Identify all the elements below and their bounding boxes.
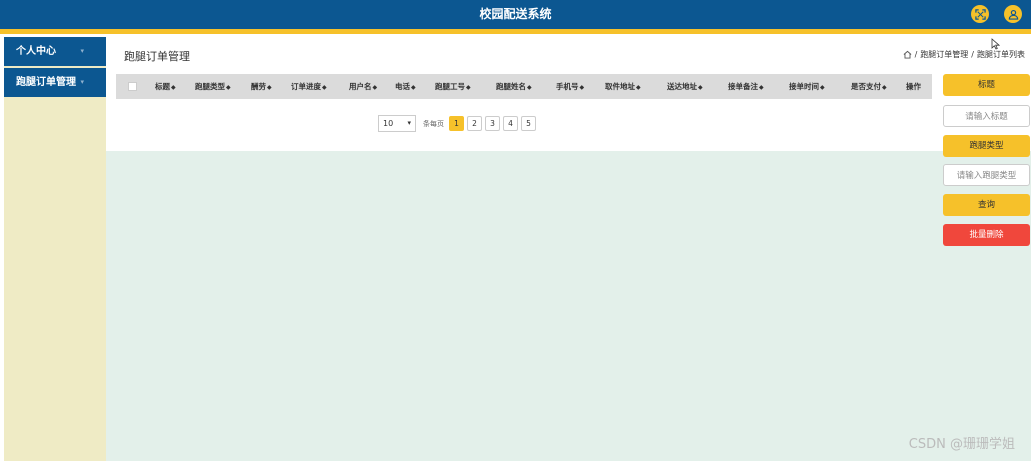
page-button[interactable]: 2	[467, 116, 482, 131]
sort-icon: ◆	[698, 84, 703, 91]
app-title: 校园配送系统	[479, 7, 552, 21]
page-title: 跑腿订单管理	[124, 50, 190, 63]
home-icon[interactable]	[903, 50, 912, 59]
list-panel: 跑腿订单管理 / 跑腿订单管理 / 跑腿订单列表 标题◆ 跑腿类型◆ 酬劳◆ 订…	[106, 37, 1031, 151]
column-header-order-time[interactable]: 接单时间◆	[789, 74, 825, 100]
main-content: 跑腿订单管理 / 跑腿订单管理 / 跑腿订单列表 标题◆ 跑腿类型◆ 酬劳◆ 订…	[106, 37, 1031, 461]
per-page-label: 条每页	[423, 119, 444, 128]
sort-icon: ◆	[466, 84, 471, 91]
user-button[interactable]	[1004, 5, 1022, 23]
column-header-title[interactable]: 标题◆	[155, 74, 176, 100]
column-label: 接单备注	[728, 82, 758, 91]
sort-icon: ◆	[322, 84, 327, 91]
column-label: 跑腿类型	[195, 82, 225, 91]
column-header-type[interactable]: 跑腿类型◆	[195, 74, 231, 100]
title-label: 标题	[943, 74, 1030, 96]
chevron-down-icon: ▾	[80, 47, 84, 55]
page-button[interactable]: 1	[449, 116, 464, 131]
type-label: 跑腿类型	[943, 135, 1030, 157]
column-header-delivery-address[interactable]: 送达地址◆	[667, 74, 703, 100]
watermark: CSDN @珊珊学姐	[908, 437, 1015, 452]
breadcrumb-item: 跑腿订单列表	[977, 50, 1025, 59]
column-header-reward[interactable]: 酬劳◆	[251, 74, 272, 100]
sidebar-item-label: 个人中心	[16, 46, 56, 57]
sort-icon: ◆	[226, 84, 231, 91]
column-header-phone[interactable]: 电话◆	[395, 74, 416, 100]
column-label: 用户名	[349, 82, 372, 91]
sort-icon: ◆	[527, 84, 532, 91]
column-header-paid[interactable]: 是否支付◆	[851, 74, 887, 100]
page-size-value: 10	[383, 119, 394, 128]
chevron-down-icon: ▾	[80, 78, 84, 86]
column-header-actions: 操作	[906, 74, 921, 99]
sort-icon: ◆	[636, 84, 641, 91]
pagination: 10 ▾ 条每页 1 2 3 4 5	[378, 115, 536, 132]
breadcrumb-separator: /	[971, 50, 974, 59]
column-label: 取件地址	[605, 82, 635, 91]
page-size-select[interactable]: 10 ▾	[378, 115, 416, 132]
fullscreen-button[interactable]	[971, 5, 989, 23]
sidebar: 个人中心 ▾ 跑腿订单管理 ▾	[4, 37, 106, 461]
column-label: 手机号	[556, 82, 579, 91]
title-search-input[interactable]: 请输入标题	[943, 105, 1030, 127]
sidebar-item-label: 跑腿订单管理	[16, 77, 76, 88]
column-label: 操作	[906, 82, 921, 91]
sidebar-item-personal-center[interactable]: 个人中心 ▾	[4, 37, 106, 66]
column-header-runner-name[interactable]: 跑腿姓名◆	[496, 74, 532, 100]
sort-icon: ◆	[411, 84, 416, 91]
batch-delete-button[interactable]: 批量删除	[943, 224, 1030, 246]
column-label: 是否支付	[851, 82, 881, 91]
column-header-username[interactable]: 用户名◆	[349, 74, 377, 100]
header-accent-stripe	[0, 29, 1031, 34]
column-header-mobile[interactable]: 手机号◆	[556, 74, 584, 100]
sort-icon: ◆	[267, 84, 272, 91]
sidebar-item-errand-orders[interactable]: 跑腿订单管理 ▾	[4, 68, 106, 97]
column-label: 酬劳	[251, 82, 266, 91]
expand-icon	[974, 8, 986, 20]
table-header: 标题◆ 跑腿类型◆ 酬劳◆ 订单进度◆ 用户名◆ 电话◆ 跑腿工号◆ 跑腿姓名◆…	[116, 74, 932, 99]
sort-icon: ◆	[759, 84, 764, 91]
column-header-pickup-address[interactable]: 取件地址◆	[605, 74, 641, 100]
breadcrumb: / 跑腿订单管理 / 跑腿订单列表	[903, 49, 1025, 60]
page-button[interactable]: 4	[503, 116, 518, 131]
select-all-checkbox[interactable]	[128, 82, 137, 91]
column-label: 接单时间	[789, 82, 819, 91]
user-icon	[1008, 9, 1018, 20]
column-label: 跑腿工号	[435, 82, 465, 91]
sort-icon: ◆	[820, 84, 825, 91]
sort-icon: ◆	[171, 84, 176, 91]
page-button[interactable]: 3	[485, 116, 500, 131]
column-label: 电话	[395, 82, 410, 91]
breadcrumb-item[interactable]: 跑腿订单管理	[920, 49, 968, 60]
column-header-order-note[interactable]: 接单备注◆	[728, 74, 764, 100]
column-header-progress[interactable]: 订单进度◆	[291, 74, 327, 100]
sort-icon: ◆	[372, 84, 378, 91]
column-label: 订单进度	[291, 82, 321, 91]
query-button[interactable]: 查询	[943, 194, 1030, 216]
page-button[interactable]: 5	[521, 116, 536, 131]
chevron-down-icon: ▾	[407, 119, 411, 127]
column-header-runner-id[interactable]: 跑腿工号◆	[435, 74, 471, 100]
sort-icon: ◆	[579, 84, 585, 91]
mouse-cursor-icon	[991, 38, 1000, 50]
column-label: 送达地址	[667, 82, 697, 91]
sort-icon: ◆	[882, 84, 887, 91]
breadcrumb-separator: /	[914, 50, 918, 59]
top-bar: 校园配送系统	[0, 0, 1031, 29]
column-label: 跑腿姓名	[496, 82, 526, 91]
column-label: 标题	[155, 82, 170, 91]
type-search-input[interactable]: 请输入跑腿类型	[943, 164, 1030, 186]
